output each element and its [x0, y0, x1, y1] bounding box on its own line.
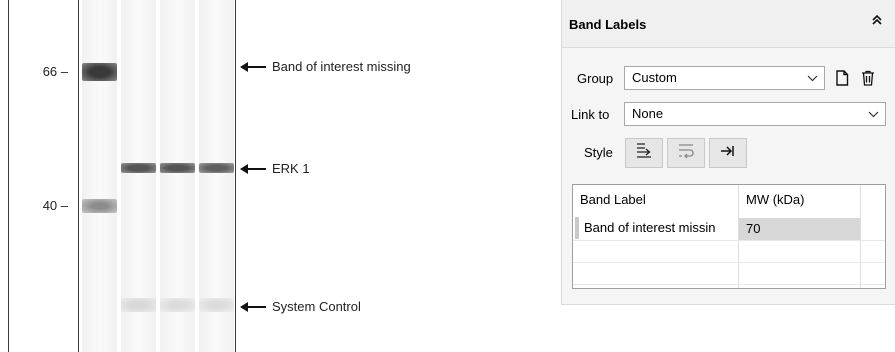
- left-arrow-icon: [240, 163, 266, 174]
- mw-label-40: 40 –: [42, 198, 68, 213]
- style-wrap-button[interactable]: [667, 138, 705, 168]
- chevron-down-icon: [807, 67, 818, 97]
- row-divider: [573, 284, 885, 285]
- new-document-icon[interactable]: [833, 68, 851, 88]
- system-control-band: [199, 298, 234, 312]
- panel-title: Band Labels: [569, 17, 647, 32]
- style-tab-button[interactable]: [709, 138, 747, 168]
- ladder-lane: [82, 0, 117, 352]
- erk1-band: [199, 163, 234, 173]
- sample-lane-2: [160, 0, 195, 352]
- blot-view: 66 – 40 – Band of interest missing ERK 1…: [0, 0, 540, 352]
- system-control-band: [121, 298, 156, 312]
- sample-lane-3: [199, 0, 234, 352]
- group-value: Custom: [632, 70, 677, 85]
- lanes-area: [79, 0, 235, 352]
- annotation-text: ERK 1: [272, 161, 310, 176]
- group-label: Group: [577, 71, 614, 86]
- left-arrow-icon: [240, 301, 266, 312]
- mw-cell[interactable]: 70: [739, 218, 860, 240]
- link-to-value: None: [632, 106, 664, 121]
- ladder-band-40: [82, 199, 117, 213]
- annotation-system-control: System Control: [240, 299, 361, 314]
- trash-icon[interactable]: [859, 68, 877, 88]
- row-divider: [573, 262, 885, 263]
- style-arrow-button[interactable]: [625, 138, 663, 168]
- mw-label-66: 66 –: [42, 64, 68, 79]
- column-header-mw[interactable]: MW (kDa): [739, 185, 861, 215]
- system-control-band: [160, 298, 195, 312]
- band-labels-panel: Band Labels Group Custom Link to None St…: [561, 0, 895, 305]
- blot-left-border: [8, 0, 9, 352]
- wrap-style-icon: [677, 142, 695, 165]
- annotation-erk1: ERK 1: [240, 161, 310, 176]
- column-divider: [860, 185, 861, 288]
- chevron-down-icon: [868, 103, 879, 133]
- erk1-band: [121, 163, 156, 173]
- style-label: Style: [584, 145, 613, 160]
- blot-lane-border-right: [235, 0, 236, 352]
- annotation-text: Band of interest missing: [272, 59, 411, 74]
- group-dropdown[interactable]: Custom: [624, 66, 825, 90]
- link-to-label: Link to: [571, 107, 610, 122]
- erk1-band: [160, 163, 195, 173]
- annotation-band-of-interest: Band of interest missing: [240, 59, 411, 74]
- link-to-dropdown[interactable]: None: [624, 102, 886, 126]
- arrow-style-icon: [635, 142, 653, 165]
- row-divider: [573, 240, 885, 241]
- column-header-band-label[interactable]: Band Label: [573, 185, 739, 215]
- band-label-cell[interactable]: Band of interest missin: [579, 217, 738, 239]
- panel-header: Band Labels: [562, 0, 895, 48]
- tab-arrow-icon: [719, 142, 737, 165]
- band-label-table: Band Label MW (kDa) Band of interest mis…: [572, 184, 886, 289]
- left-arrow-icon: [240, 61, 266, 72]
- sample-lane-1: [121, 0, 156, 352]
- annotation-text: System Control: [272, 299, 361, 314]
- ladder-band-66: [82, 63, 117, 81]
- double-chevron-up-icon[interactable]: [871, 13, 883, 29]
